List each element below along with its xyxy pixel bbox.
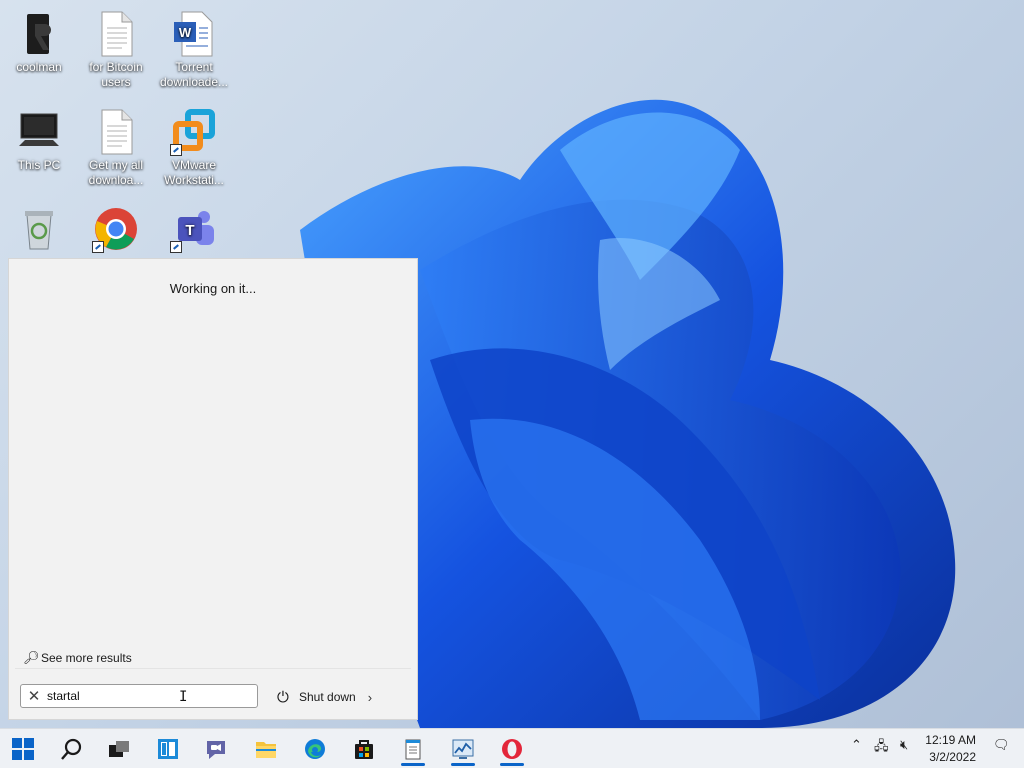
task-view-icon	[109, 741, 129, 757]
clock-date: 3/2/2022	[929, 750, 976, 764]
desktop-icon-label: coolman	[16, 60, 62, 74]
opera-button[interactable]	[495, 733, 529, 766]
clear-search-icon[interactable]: ✕	[21, 687, 47, 705]
task-view-button[interactable]	[102, 733, 136, 765]
chevron-right-icon[interactable]: ›	[368, 690, 372, 705]
desktop-icon-torrent-downloader[interactable]: W Torrent downloade...	[158, 10, 230, 90]
svg-text:W: W	[179, 25, 192, 40]
search-icon	[61, 738, 82, 760]
search-status-text: Working on it...	[169, 281, 257, 296]
desktop-icon-for-bitcoin-users[interactable]: for Bitcoin users	[80, 10, 152, 90]
widgets-icon	[158, 739, 178, 759]
shut-down-label: Shut down	[299, 690, 356, 704]
volume-muted-icon[interactable]: 🔇︎	[900, 737, 908, 753]
edge-icon	[305, 739, 325, 759]
recycle-bin-icon	[15, 205, 63, 253]
computer-icon	[15, 108, 63, 156]
windows-logo-icon	[12, 738, 34, 760]
search-input[interactable]	[47, 686, 237, 706]
desktop-icon-label: This PC	[17, 158, 61, 172]
shut-down-button[interactable]: ⏻ Shut down ›	[277, 686, 372, 708]
chrome-icon	[92, 205, 140, 253]
shortcut-arrow-icon	[170, 241, 182, 253]
vmware-icon	[170, 108, 218, 156]
power-icon: ⏻	[277, 688, 289, 706]
monitor-chart-icon	[452, 739, 474, 759]
search-input-box[interactable]: ✕ I	[20, 684, 258, 708]
file-explorer-button[interactable]	[249, 733, 283, 765]
desktop-icon-label: Get my all downloa...	[88, 158, 144, 187]
start-button[interactable]	[6, 733, 40, 765]
taskbar-clock[interactable]: 12:19 AM 3/2/2022	[925, 732, 976, 766]
notifications-icon[interactable]: 🗨︎	[993, 737, 1010, 753]
notepad-button[interactable]	[396, 733, 430, 766]
notepad-icon	[405, 739, 421, 760]
show-hidden-icons-chevron-icon[interactable]: ⌃	[851, 737, 862, 753]
widgets-button[interactable]	[151, 733, 185, 765]
chat-icon	[207, 741, 225, 759]
desktop-icon-label: VMware Workstati...	[164, 158, 224, 187]
desktop-icon-vmware-workstation[interactable]: VMware Workstati...	[158, 108, 230, 188]
shortcut-arrow-icon	[170, 144, 182, 156]
clock-time: 12:19 AM	[925, 733, 976, 747]
text-document-icon	[92, 108, 140, 156]
desktop-icon-get-my-all-downloads[interactable]: Get my all downloa...	[80, 108, 152, 188]
see-more-results-label: See more results	[41, 650, 132, 665]
text-cursor-icon: I	[179, 689, 188, 705]
desktop-icon-label: Torrent downloade...	[159, 60, 229, 89]
desktop-icon-coolman[interactable]: coolman	[3, 10, 75, 75]
start-search-panel: Working on it... 🔎︎ See more results ✕ I…	[8, 258, 418, 720]
desktop-icon-label: for Bitcoin users	[89, 60, 143, 89]
magnifier-icon: 🔎︎	[23, 649, 40, 665]
dark-app-icon	[15, 10, 63, 58]
folder-icon	[256, 742, 276, 758]
opera-icon	[502, 739, 522, 759]
svg-text:T: T	[185, 222, 194, 239]
edge-button[interactable]	[298, 733, 332, 765]
word-document-icon: W	[170, 10, 218, 58]
search-button[interactable]	[55, 733, 89, 765]
teams-icon: T	[170, 205, 218, 253]
desktop-icon-teams[interactable]: T	[158, 205, 230, 255]
chat-button[interactable]	[199, 733, 233, 765]
desktop-icon-chrome[interactable]	[80, 205, 152, 255]
store-button[interactable]	[347, 733, 381, 765]
shortcut-arrow-icon	[92, 241, 104, 253]
text-document-icon	[92, 10, 140, 58]
desktop-icon-this-pc[interactable]: This PC	[3, 108, 75, 173]
see-more-results-link[interactable]: 🔎︎ See more results	[15, 647, 411, 669]
resource-monitor-button[interactable]	[446, 733, 480, 766]
taskbar: ⌃ 🖧︎ 🔇︎ 12:19 AM 3/2/2022 🗨︎	[0, 728, 1024, 768]
store-icon	[355, 740, 373, 759]
network-icon[interactable]: 🖧︎	[874, 737, 889, 759]
desktop-icon-recycle-bin[interactable]	[3, 205, 75, 255]
